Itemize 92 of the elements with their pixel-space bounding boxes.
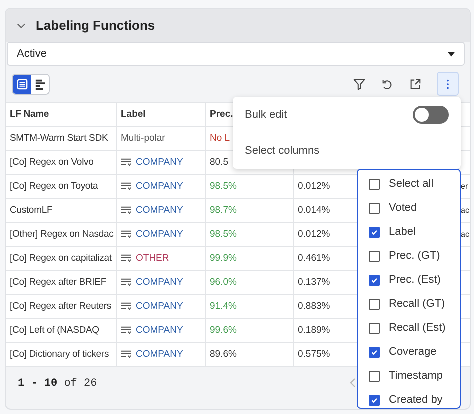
checkbox[interactable] xyxy=(369,250,380,262)
table-cell: 98.7% xyxy=(210,205,237,216)
lines-icon xyxy=(121,254,132,263)
lines-icon xyxy=(121,230,132,239)
label-tag: COMPANY xyxy=(121,277,184,288)
status-dropdown[interactable]: Active xyxy=(7,42,465,66)
lines-icon xyxy=(121,182,132,191)
checkbox[interactable] xyxy=(369,298,380,310)
checkbox-label: Prec. (GT) xyxy=(389,250,440,262)
lines-icon xyxy=(121,326,132,335)
table-cell: [Co] Regex on Volvo xyxy=(6,151,117,174)
table-cell: 0.575% xyxy=(298,349,330,360)
checkbox-label: Select all xyxy=(389,178,434,190)
label-tag: COMPANY xyxy=(121,205,184,216)
chevron-icon xyxy=(17,22,26,28)
list-icon xyxy=(16,78,28,90)
table-cell: 0.883% xyxy=(298,301,330,312)
bar-chart-icon xyxy=(34,78,46,90)
checkbox-label: Label xyxy=(389,226,416,238)
table-cell: CustomLF xyxy=(6,199,117,222)
check-icon xyxy=(370,348,379,356)
table-cell: [Co] Dictionary of tickers xyxy=(6,343,117,366)
lines-icon xyxy=(121,302,132,311)
check-icon xyxy=(370,228,379,236)
table-cell: 0.012% xyxy=(298,229,330,240)
kebab-menu-icon xyxy=(446,78,450,90)
undo-icon[interactable] xyxy=(381,78,394,90)
checkbox-label: Coverage xyxy=(389,346,437,358)
filter-icon[interactable] xyxy=(353,78,366,90)
table-cell: 0.189% xyxy=(298,325,330,336)
checkbox-label: Recall (GT) xyxy=(389,298,446,310)
checkbox[interactable] xyxy=(369,346,380,358)
bulk-edit-toggle[interactable] xyxy=(413,106,449,124)
label-tag: OTHER xyxy=(121,253,170,264)
table-cell: 0.461% xyxy=(298,253,330,264)
table-cell: [Other] Regex on Nasdac xyxy=(6,223,117,246)
table-cell: 0.012% xyxy=(298,181,330,192)
checkbox-label: Voted xyxy=(389,202,418,214)
table-cell: [Co] Regex on Toyota xyxy=(6,175,117,198)
table-cell: SMTM-Warm Start SDK xyxy=(6,127,117,150)
check-icon xyxy=(370,276,379,284)
label-tag: COMPANY xyxy=(121,157,184,168)
table-cell: ac xyxy=(461,230,470,239)
checkbox[interactable] xyxy=(369,202,380,214)
checkbox[interactable] xyxy=(369,394,380,406)
panel-header[interactable]: Labeling Functions xyxy=(6,9,470,42)
table-cell: 99.9% xyxy=(210,253,237,264)
table-cell: 0.137% xyxy=(298,277,330,288)
checkbox[interactable] xyxy=(369,370,380,382)
table-cell: 80.5 xyxy=(210,157,228,168)
table-cell: 91.4% xyxy=(210,301,237,312)
table-cell: 98.5% xyxy=(210,181,237,192)
checkbox-label: Prec. (Est) xyxy=(389,274,441,286)
checkbox[interactable] xyxy=(369,274,380,286)
checkbox-label: Recall (Est) xyxy=(389,322,446,334)
table-cell: 99.6% xyxy=(210,325,237,336)
label-tag: COMPANY xyxy=(121,325,184,336)
panel-title: Labeling Functions xyxy=(36,18,156,33)
table-cell: [Co] Regex after Reuters xyxy=(6,295,117,318)
table-cell: 89.6% xyxy=(210,349,237,360)
label-tag: Multi-polar xyxy=(121,133,166,144)
check-icon xyxy=(370,396,379,404)
pagination-range: 1 - 10 of 26 xyxy=(18,378,98,390)
lines-icon xyxy=(121,350,132,359)
table-view-button[interactable] xyxy=(13,74,31,94)
table-cell: 98.5% xyxy=(210,229,237,240)
table-cell: ac xyxy=(461,206,470,215)
checkbox[interactable] xyxy=(369,226,380,238)
table-cell: er xyxy=(461,182,468,191)
label-tag: COMPANY xyxy=(121,349,184,360)
lines-icon xyxy=(121,278,132,287)
table-cell: [Co] Regex after BRIEF xyxy=(6,271,117,294)
table-cell: [Co] Regex on capitalizat xyxy=(6,247,117,270)
label-tag: COMPANY xyxy=(121,229,184,240)
label-tag: COMPANY xyxy=(121,301,184,312)
table-cell: 96.0% xyxy=(210,277,237,288)
caret-icon xyxy=(448,52,455,56)
checkbox-label: Created by xyxy=(389,394,443,406)
column-header: LF Name xyxy=(6,103,117,126)
label-tag: COMPANY xyxy=(121,181,184,192)
external-link-icon[interactable] xyxy=(409,78,422,90)
checkbox-label: Timestamp xyxy=(389,370,443,382)
menu-item[interactable]: Select columns xyxy=(245,145,320,157)
table-cell: 0.014% xyxy=(298,205,330,216)
lines-icon xyxy=(121,206,132,215)
table-cell: No L xyxy=(210,133,230,144)
lines-icon xyxy=(121,158,132,167)
table-cell: [Co] Left of (NASDAQ xyxy=(6,319,117,342)
checkbox[interactable] xyxy=(369,178,380,190)
column-header: Label xyxy=(117,103,206,126)
checkbox[interactable] xyxy=(369,322,380,334)
menu-item[interactable]: Bulk edit xyxy=(245,109,288,121)
